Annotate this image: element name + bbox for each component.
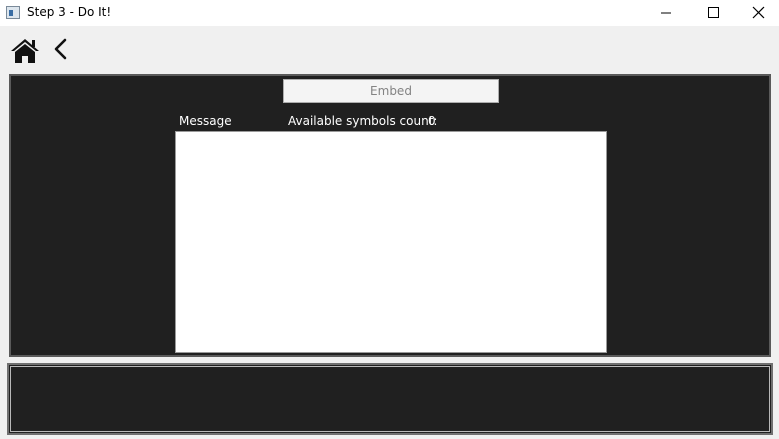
title-bar[interactable]: Step 3 - Do It! [0,0,779,26]
available-symbols-label: Available symbols count: [288,114,438,128]
embed-button[interactable]: Embed [283,79,499,103]
window-app-icon [6,6,20,19]
minimize-button[interactable] [643,0,689,26]
home-icon [11,39,39,63]
chevron-left-icon [54,38,67,60]
minimize-icon [661,12,671,14]
maximize-button[interactable] [689,0,735,26]
app-window: Step 3 - Do It! Embed Message Available … [0,0,779,439]
main-panel: Embed Message Available symbols count: 0 [9,74,771,357]
close-button[interactable] [735,0,779,26]
close-icon [752,6,765,19]
maximize-icon [708,7,719,18]
app-icon-detail [9,10,13,16]
message-label: Message [179,114,232,128]
home-button[interactable] [10,38,40,64]
window-title: Step 3 - Do It! [27,5,112,19]
available-symbols-count: 0 [428,114,436,128]
log-panel[interactable] [7,363,773,435]
message-textarea[interactable] [175,131,607,353]
log-output [10,366,770,432]
back-button[interactable] [52,38,70,62]
